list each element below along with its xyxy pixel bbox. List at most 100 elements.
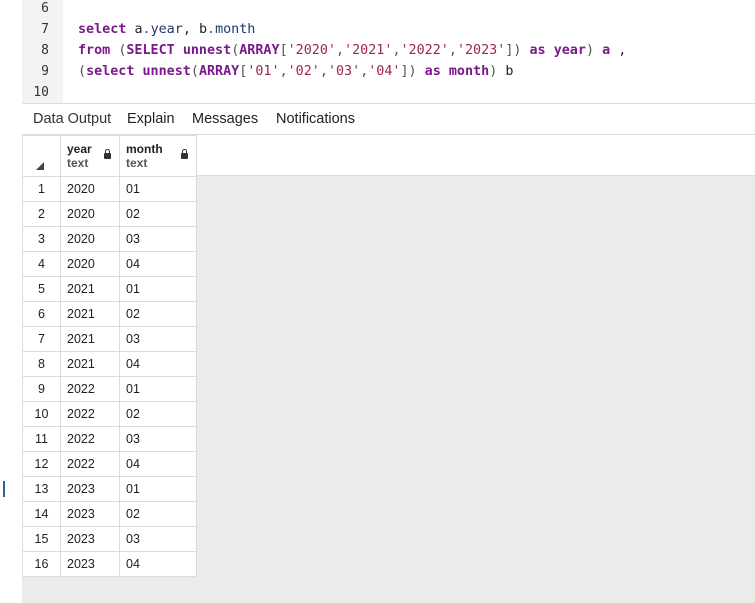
- cell-month[interactable]: 03: [119, 226, 197, 252]
- row-number-header[interactable]: [22, 135, 61, 177]
- row-number[interactable]: 9: [22, 376, 61, 402]
- row-number[interactable]: 12: [22, 451, 61, 477]
- column-header-month[interactable]: month text: [119, 135, 197, 177]
- code-token: ,: [618, 43, 627, 58]
- cell-year[interactable]: 2023: [60, 501, 120, 527]
- cell-month[interactable]: 02: [119, 301, 197, 327]
- code-token: .: [207, 22, 216, 37]
- sort-corner-icon: [36, 162, 44, 170]
- cell-month[interactable]: 04: [119, 351, 197, 377]
- tab-notifications[interactable]: Notifications: [276, 111, 355, 127]
- sql-editor[interactable]: 6 7 8 9 10 select a.year, b.month from (SELEC…: [0, 0, 755, 103]
- row-number[interactable]: 15: [22, 526, 61, 552]
- cell-month[interactable]: 01: [119, 476, 197, 502]
- cell-year[interactable]: 2021: [60, 351, 120, 377]
- row-number[interactable]: 1: [22, 176, 61, 202]
- row-number[interactable]: 5: [22, 276, 61, 302]
- cell-year[interactable]: 2020: [60, 176, 120, 202]
- cell-year[interactable]: 2020: [60, 201, 120, 227]
- table-row[interactable]: 1 2020 01: [22, 176, 197, 202]
- code-token: '01': [247, 64, 280, 79]
- line-number: 10: [33, 85, 49, 100]
- tab-data-output[interactable]: Data Output: [33, 111, 111, 127]
- code-token: ): [489, 64, 506, 79]
- tab-explain[interactable]: Explain: [127, 111, 175, 127]
- code-token: unnest: [142, 64, 191, 79]
- row-number[interactable]: 13: [22, 476, 61, 502]
- code-token: a: [602, 43, 619, 58]
- row-number[interactable]: 4: [22, 251, 61, 277]
- table-row[interactable]: 15 2023 03: [22, 526, 197, 552]
- table-row[interactable]: 4 2020 04: [22, 251, 197, 277]
- cell-year[interactable]: 2022: [60, 426, 120, 452]
- tab-messages[interactable]: Messages: [192, 111, 258, 127]
- cell-month[interactable]: 02: [119, 501, 197, 527]
- code-token: as: [521, 43, 554, 58]
- cell-year[interactable]: 2023: [60, 476, 120, 502]
- row-number[interactable]: 2: [22, 201, 61, 227]
- cell-year[interactable]: 2022: [60, 451, 120, 477]
- code-token: '2023': [456, 43, 506, 58]
- code-token: '02': [287, 64, 320, 79]
- table-row[interactable]: 2 2020 02: [22, 201, 197, 227]
- row-number[interactable]: 8: [22, 351, 61, 377]
- code-line[interactable]: select a.year, b.month: [78, 19, 255, 40]
- cell-month[interactable]: 03: [119, 426, 197, 452]
- table-row[interactable]: 5 2021 01: [22, 276, 197, 302]
- code-token: month: [448, 64, 490, 79]
- cell-year[interactable]: 2021: [60, 276, 120, 302]
- table-row[interactable]: 16 2023 04: [22, 551, 197, 577]
- row-number[interactable]: 7: [22, 326, 61, 352]
- cell-year[interactable]: 2020: [60, 226, 120, 252]
- table-row[interactable]: 10 2022 02: [22, 401, 197, 427]
- row-number[interactable]: 14: [22, 501, 61, 527]
- code-token: b: [505, 64, 514, 79]
- cell-month[interactable]: 01: [119, 176, 197, 202]
- code-token: month: [215, 22, 256, 37]
- cell-year[interactable]: 2020: [60, 251, 120, 277]
- code-token: ,: [319, 64, 328, 79]
- cell-month[interactable]: 03: [119, 326, 197, 352]
- cell-month[interactable]: 04: [119, 251, 197, 277]
- table-row[interactable]: 12 2022 04: [22, 451, 197, 477]
- row-number[interactable]: 16: [22, 551, 61, 577]
- table-row[interactable]: 7 2021 03: [22, 326, 197, 352]
- row-number[interactable]: 6: [22, 301, 61, 327]
- code-token: (: [78, 64, 87, 79]
- code-token: ,: [448, 43, 457, 58]
- code-token: a: [134, 22, 143, 37]
- row-number[interactable]: 3: [22, 226, 61, 252]
- line-number-gutter: 6 7 8 9 10: [22, 0, 63, 103]
- code-line[interactable]: from (SELECT unnest(ARRAY['2020','2021',…: [78, 40, 626, 61]
- cell-month[interactable]: 01: [119, 376, 197, 402]
- row-number[interactable]: 10: [22, 401, 61, 427]
- cell-month[interactable]: 02: [119, 201, 197, 227]
- code-line[interactable]: (select unnest(ARRAY['01','02','03','04'…: [78, 61, 513, 82]
- cell-month[interactable]: 03: [119, 526, 197, 552]
- code-token: ,: [182, 22, 199, 37]
- cell-month[interactable]: 04: [119, 551, 197, 577]
- table-row[interactable]: 3 2020 03: [22, 226, 197, 252]
- cell-month[interactable]: 01: [119, 276, 197, 302]
- table-row[interactable]: 6 2021 02: [22, 301, 197, 327]
- cell-year[interactable]: 2023: [60, 551, 120, 577]
- cell-month[interactable]: 04: [119, 451, 197, 477]
- table-row[interactable]: 9 2022 01: [22, 376, 197, 402]
- row-number[interactable]: 11: [22, 426, 61, 452]
- cell-year[interactable]: 2022: [60, 401, 120, 427]
- table-row[interactable]: 8 2021 04: [22, 351, 197, 377]
- column-header-year[interactable]: year text: [60, 135, 120, 177]
- cell-year[interactable]: 2021: [60, 326, 120, 352]
- grid-header-empty: [196, 135, 755, 176]
- cell-year[interactable]: 2021: [60, 301, 120, 327]
- code-token: b: [198, 22, 207, 37]
- cell-year[interactable]: 2022: [60, 376, 120, 402]
- code-token: as: [416, 64, 449, 79]
- table-row[interactable]: 14 2023 02: [22, 501, 197, 527]
- table-row[interactable]: 13 2023 01: [22, 476, 197, 502]
- table-row[interactable]: 11 2022 03: [22, 426, 197, 452]
- cell-month[interactable]: 02: [119, 401, 197, 427]
- cell-year[interactable]: 2023: [60, 526, 120, 552]
- code-token: '2020': [287, 43, 336, 58]
- code-token: ]): [400, 64, 417, 79]
